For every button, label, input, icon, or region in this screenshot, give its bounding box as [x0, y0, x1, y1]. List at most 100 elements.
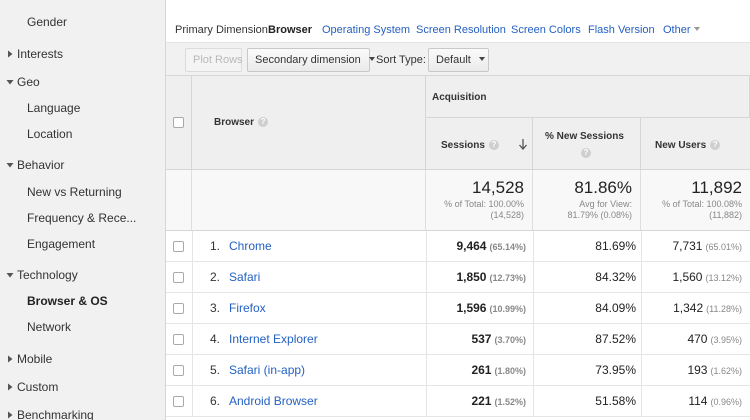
row-checkbox[interactable] [173, 365, 184, 376]
header-acquisition-label: Acquisition [432, 92, 487, 103]
help-icon[interactable]: ? [710, 140, 721, 150]
select-all-checkbox[interactable] [173, 117, 184, 128]
dimension-link-screen-colors[interactable]: Screen Colors [511, 24, 581, 36]
row-number: 5. [209, 363, 220, 377]
header-new-sessions-label: % New Sessions [545, 131, 624, 142]
sidebar-item[interactable]: Frequency & Rece... [0, 211, 165, 225]
new-users-percent: (0.96%) [710, 397, 742, 407]
sessions-value: 261 [471, 363, 492, 377]
new-users-percent: (65.01%) [705, 242, 742, 252]
new-sessions-value: 81.69% [595, 239, 636, 253]
browser-link[interactable]: Chrome [229, 231, 272, 262]
row-number: 1. [209, 239, 220, 253]
sidebar-item-label: Gender [27, 15, 68, 29]
sessions-percent: (1.52%) [494, 397, 526, 407]
caret-right-icon [6, 381, 14, 393]
sidebar-item-label: Engagement [27, 237, 96, 251]
sessions-percent: (10.99%) [489, 304, 526, 314]
sidebar-item-label: Benchmarking [17, 408, 94, 420]
sidebar-item[interactable]: New vs Returning [0, 185, 165, 199]
column-divider [192, 262, 193, 293]
column-divider [533, 231, 534, 262]
browser-link[interactable]: Safari [229, 262, 260, 293]
sidebar-item[interactable]: Network [0, 320, 165, 334]
header-browser[interactable]: Browser? [192, 76, 426, 170]
row-checkbox[interactable] [173, 272, 184, 283]
row-number: 2. [209, 270, 220, 284]
sidebar: Gender Interests Geo Language Location Behavi… [0, 0, 166, 420]
row-checkbox[interactable] [173, 303, 184, 314]
sidebar-item[interactable]: Technology [0, 268, 165, 282]
sessions-cell: 261 (1.80%) [426, 355, 526, 386]
help-icon[interactable]: ? [581, 148, 591, 158]
primary-dimension-label: Primary Dimension: [175, 24, 271, 36]
new-users-percent: (13.12%) [705, 273, 742, 283]
header-new-users[interactable]: New Users? [641, 118, 750, 170]
browser-link[interactable]: Safari (in-app) [229, 355, 305, 386]
totals-new-users-value: 11,892 [691, 178, 742, 197]
sidebar-item[interactable]: Behavior [0, 158, 165, 172]
sessions-value: 9,464 [456, 239, 487, 253]
sidebar-item-label: Behavior [17, 158, 65, 172]
sort-type-dropdown[interactable]: Default [428, 48, 489, 72]
sidebar-item-label: Technology [17, 268, 78, 282]
sidebar-item[interactable]: Gender [0, 15, 165, 29]
sessions-cell: 1,596 (10.99%) [426, 293, 526, 324]
sidebar-item[interactable]: Language [0, 101, 165, 115]
data-table: Browser? Acquisition Sessions? % New Ses… [166, 76, 750, 420]
chevron-down-icon [368, 57, 375, 61]
sidebar-item-label: Location [27, 127, 73, 141]
sidebar-item[interactable]: Mobile [0, 352, 165, 366]
new-users-cell: 193 (1.62%) [642, 355, 742, 386]
totals-row: 14,528 % of Total: 100.00% (14,528) 81.8… [166, 170, 750, 231]
browser-link[interactable]: Internet Explorer [229, 324, 318, 355]
sidebar-item-label: Browser & OS [27, 294, 108, 308]
sidebar-item[interactable]: Geo [0, 75, 165, 89]
sidebar-item-label: New vs Returning [27, 185, 122, 199]
sidebar-item[interactable]: Benchmarking [0, 408, 165, 420]
header-checkbox-cell [166, 76, 192, 170]
browser-link[interactable]: Android Browser [229, 386, 318, 417]
sidebar-item[interactable]: Interests [0, 47, 165, 61]
header-sessions-label: Sessions [441, 140, 485, 151]
table-row: 6. Android Browser 221 (1.52%) 51.58% 114 (0.9… [166, 386, 750, 417]
totals-new-sessions-line2: 81.79% (0.08%) [567, 210, 632, 220]
table-row: 1. Chrome 9,464 (65.14%) 81.69% 7,731 (65.01%) [166, 231, 750, 262]
sessions-value: 537 [471, 332, 492, 346]
header-new-users-label: New Users [655, 140, 707, 151]
dimension-link-other[interactable]: Other [663, 24, 700, 36]
sort-type-value: Default [436, 54, 471, 66]
sort-type-label: Sort Type: [376, 54, 426, 66]
dimension-link-flash-version[interactable]: Flash Version [588, 24, 655, 36]
dimension-link-screen-resolution[interactable]: Screen Resolution [416, 24, 506, 36]
browser-link[interactable]: Firefox [229, 293, 266, 324]
help-icon[interactable]: ? [258, 117, 269, 127]
dimension-link-operating-system[interactable]: Operating System [322, 24, 410, 36]
secondary-dimension-label: Secondary dimension [255, 54, 361, 66]
sessions-cell: 537 (3.70%) [426, 324, 526, 355]
sidebar-item-label: Interests [17, 47, 64, 61]
sidebar-item[interactable]: Engagement [0, 237, 165, 251]
sidebar-item[interactable]: Browser & OS [0, 294, 165, 308]
row-checkbox[interactable] [173, 241, 184, 252]
header-new-sessions[interactable]: % New Sessions ? [533, 118, 641, 170]
caret-right-icon [6, 353, 14, 365]
plot-rows-button[interactable]: Plot Rows [185, 48, 243, 72]
column-divider [533, 293, 534, 324]
new-users-value: 193 [687, 363, 708, 377]
sidebar-item[interactable]: Custom [0, 380, 165, 394]
sidebar-item-label: Frequency & Rece... [27, 211, 137, 225]
dimension-link-other-label: Other [663, 24, 691, 36]
help-icon[interactable]: ? [488, 140, 499, 150]
row-checkbox[interactable] [173, 334, 184, 345]
sort-descending-icon[interactable] [519, 139, 527, 150]
header-sessions[interactable]: Sessions? [426, 118, 533, 170]
sidebar-item[interactable]: Location [0, 127, 165, 141]
totals-new-sessions: 81.86% Avg for View: 81.79% (0.08%) [533, 170, 641, 230]
row-checkbox[interactable] [173, 396, 184, 407]
secondary-dimension-dropdown[interactable]: Secondary dimension [247, 48, 375, 72]
new-users-value: 114 [688, 394, 708, 408]
table-row: 5. Safari (in-app) 261 (1.80%) 73.95% 193 (1.6… [166, 355, 750, 386]
new-users-cell: 1,560 (13.12%) [642, 262, 742, 293]
chevron-down-icon [693, 27, 700, 31]
